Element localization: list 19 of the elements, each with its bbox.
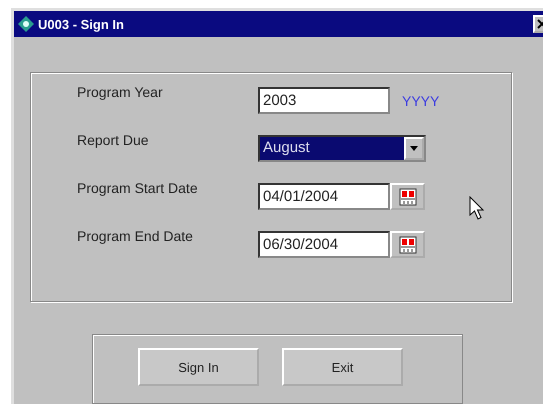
input-field[interactable]: 2003 bbox=[258, 87, 390, 114]
field-label: Program Year bbox=[77, 84, 164, 100]
field-label: Report Due bbox=[77, 132, 150, 148]
calendar-button[interactable] bbox=[390, 231, 425, 258]
pointer-cursor-icon bbox=[469, 196, 485, 220]
dropdown[interactable]: August bbox=[258, 135, 426, 162]
format-hint: YYYY bbox=[402, 92, 440, 108]
window-title: U003 - Sign In bbox=[38, 16, 124, 32]
calendar-icon bbox=[398, 236, 416, 254]
action-button[interactable]: Exit bbox=[282, 348, 403, 386]
diamond-icon bbox=[18, 16, 34, 32]
date-field[interactable]: 06/30/2004 bbox=[258, 231, 390, 258]
field-label: Program Start Date bbox=[77, 180, 199, 196]
action-button[interactable]: Sign In bbox=[138, 348, 259, 386]
calendar-button[interactable] bbox=[390, 183, 425, 210]
date-field[interactable]: 04/01/2004 bbox=[258, 183, 390, 210]
caret-icon bbox=[410, 146, 418, 151]
field-label: Program End Date bbox=[77, 228, 194, 244]
calendar-icon bbox=[398, 188, 416, 206]
